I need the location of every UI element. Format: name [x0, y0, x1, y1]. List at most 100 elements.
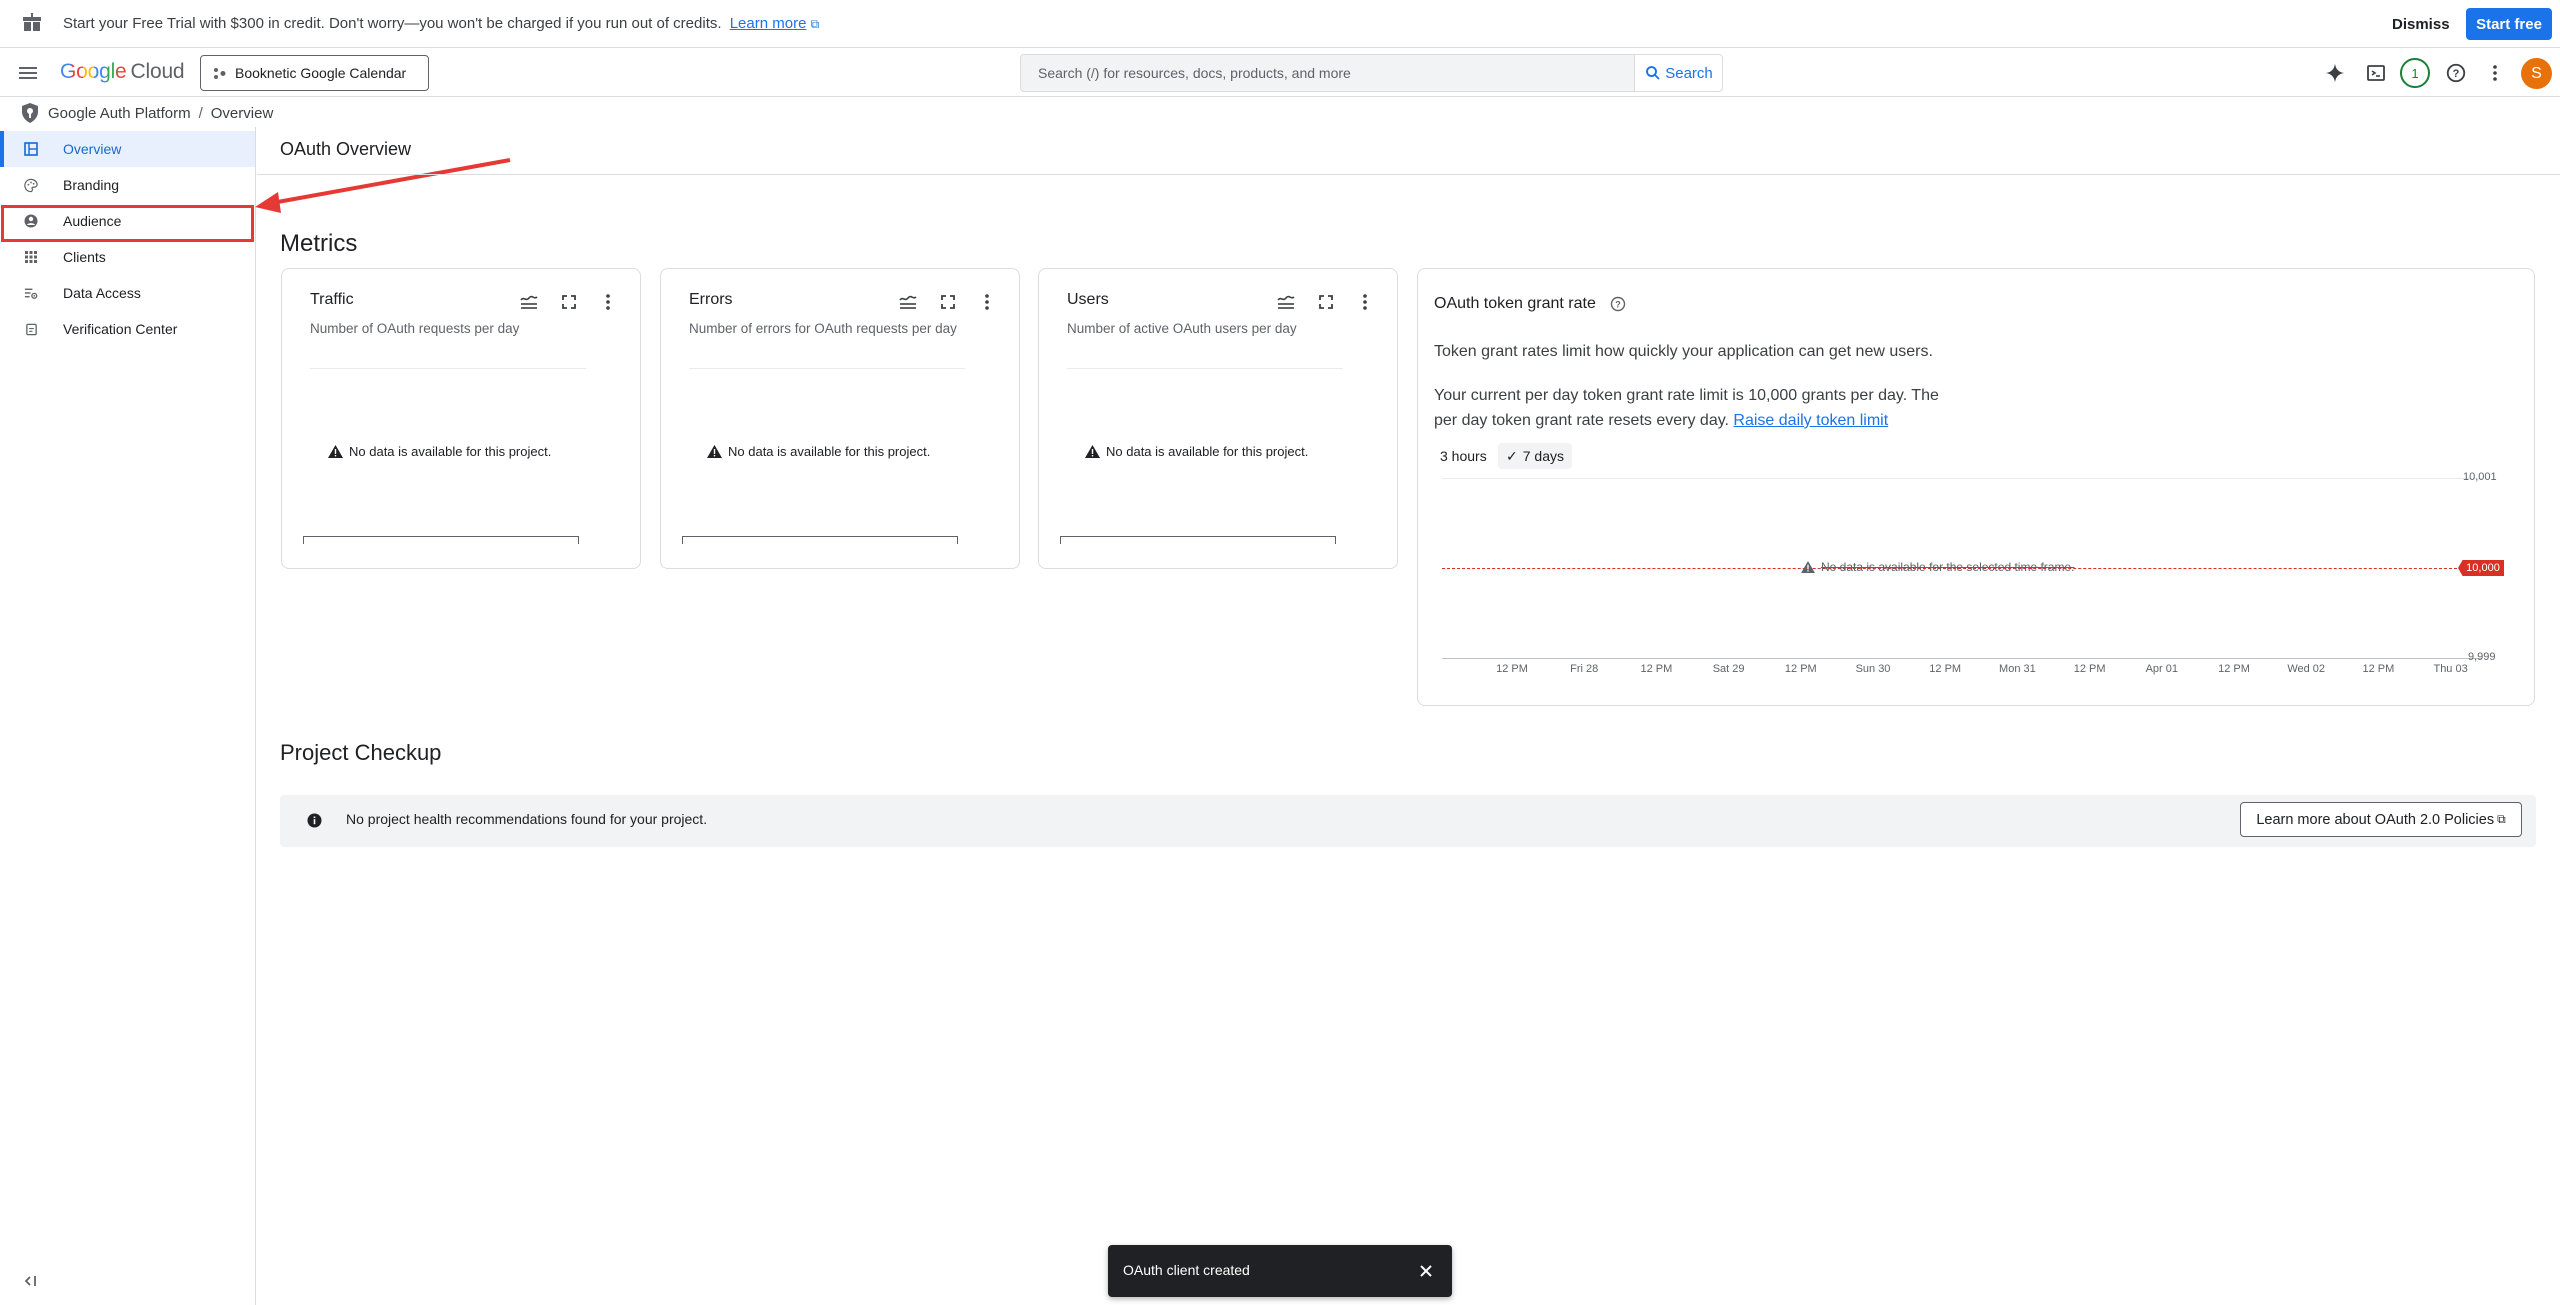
learn-oauth-policies-button[interactable]: Learn more about OAuth 2.0 Policies ⧉ [2240, 802, 2522, 837]
google-cloud-logo[interactable]: Google Cloud [60, 60, 185, 84]
more-vert-icon[interactable] [597, 291, 619, 313]
page-title: OAuth Overview [280, 139, 412, 159]
warning-icon [328, 445, 343, 458]
x-axis-tick-label: Thu 03 [2433, 663, 2468, 675]
chart-axis [682, 536, 958, 544]
range-7-days[interactable]: ✓ 7 days [1498, 443, 1572, 469]
menu-icon[interactable] [16, 61, 40, 85]
sidebar-item-data-access[interactable]: Data Access [0, 275, 255, 311]
learn-oauth-policies-label: Learn more about OAuth 2.0 Policies [2256, 811, 2495, 828]
x-axis-tick-label: Sat 29 [1712, 663, 1745, 675]
token-grant-rate-card: OAuth token grant rate ? Token grant rat… [1417, 268, 2535, 706]
x-axis-tick-label: Fri 28 [1570, 663, 1599, 675]
fullscreen-icon[interactable] [558, 291, 580, 313]
sidebar-item-overview[interactable]: Overview [0, 131, 255, 167]
search-button-label: Search [1665, 64, 1713, 82]
card-subtitle: Number of OAuth requests per day [310, 321, 520, 336]
chart-type-icon[interactable] [518, 291, 540, 313]
traffic-card: Traffic Number of OAuth requests per day… [281, 268, 641, 569]
learn-more-link[interactable]: Learn more [730, 15, 807, 32]
x-axis-tick-label: 12 PM [1496, 663, 1528, 675]
start-free-button[interactable]: Start free [2466, 8, 2552, 40]
breadcrumb-current: Overview [210, 104, 274, 122]
card-title: Users [1067, 291, 1109, 308]
dashboard-icon [24, 142, 38, 156]
notifications-badge[interactable]: 1 [2400, 58, 2430, 88]
sidebar-item-label: Overview [63, 141, 122, 157]
search-button[interactable]: Search [1634, 54, 1723, 92]
snackbar-text: OAuth client created [1123, 1262, 1250, 1278]
sidebar-item-label: Audience [63, 213, 122, 229]
raise-token-limit-link[interactable]: Raise daily token limit [1733, 412, 1888, 429]
x-axis-tick-label: Mon 31 [1999, 663, 2036, 675]
more-vert-icon[interactable] [1354, 291, 1376, 313]
users-card: Users Number of active OAuth users per d… [1038, 268, 1398, 569]
sidebar-item-label: Clients [63, 249, 106, 265]
banner-text-wrap: Start your Free Trial with $300 in credi… [63, 15, 819, 32]
gemini-sparkle-icon[interactable] [2323, 61, 2347, 85]
check-icon: ✓ [1506, 447, 1518, 464]
card-title: Errors [689, 291, 733, 308]
x-axis-tick-label: 12 PM [1640, 663, 1673, 675]
project-checkup-heading: Project Checkup [280, 740, 442, 765]
gift-icon [23, 13, 41, 31]
avatar[interactable]: S [2521, 58, 2552, 89]
search-input[interactable] [1020, 54, 1635, 92]
close-icon[interactable] [1415, 1260, 1437, 1282]
breadcrumb-root[interactable]: Google Auth Platform [48, 105, 191, 122]
x-axis-tick-label: 12 PM [2073, 663, 2106, 675]
no-data-message: No data is available for this project. [1085, 444, 1308, 459]
breadcrumb: Google Auth Platform / Overview [20, 101, 273, 125]
dismiss-button[interactable]: Dismiss [2380, 9, 2462, 39]
token-description: Token grant rates limit how quickly your… [1434, 343, 1933, 360]
checkup-text: No project health recommendations found … [346, 811, 708, 827]
sidebar-item-verification-center[interactable]: Verification Center [0, 311, 255, 347]
token-card-title: OAuth token grant rate [1434, 295, 1596, 312]
fullscreen-icon[interactable] [1315, 291, 1337, 313]
token-card-title-wrap: OAuth token grant rate ? [1434, 295, 1626, 313]
project-selector[interactable]: Booknetic Google Calendar [200, 55, 429, 91]
snackbar: OAuth client created [1108, 1245, 1452, 1297]
sidebar-item-branding[interactable]: Branding [0, 167, 255, 203]
token-limit-badge: 10,000 [2458, 560, 2504, 576]
y-axis-max-label: 10,001 [2463, 471, 2497, 483]
apps-grid-icon [24, 250, 38, 264]
sidebar-item-clients[interactable]: Clients [0, 239, 255, 275]
chart-gridline-top [1442, 478, 2482, 479]
free-trial-banner: Start your Free Trial with $300 in credi… [0, 0, 2560, 48]
more-vert-icon[interactable] [2483, 61, 2507, 85]
breadcrumb-separator: / [198, 104, 203, 122]
svg-text:?: ? [2453, 68, 2460, 80]
logo-google: Google [60, 60, 127, 83]
cloud-shell-icon[interactable] [2364, 61, 2388, 85]
help-icon[interactable]: ? [2444, 61, 2468, 85]
chart-no-data-text: No data is available for the selected ti… [1821, 560, 2075, 574]
chart-type-icon[interactable] [1275, 291, 1297, 313]
sidebar-item-label: Verification Center [63, 321, 178, 337]
x-axis-tick-label: 12 PM [1784, 663, 1817, 675]
chart-gridline [1067, 368, 1343, 369]
no-data-text: No data is available for this project. [349, 444, 552, 459]
no-data-text: No data is available for this project. [728, 444, 931, 459]
errors-card: Errors Number of errors for OAuth reques… [660, 268, 1020, 569]
no-data-message: No data is available for this project. [707, 444, 930, 459]
chart-axis [303, 536, 579, 544]
range-3-hours[interactable]: 3 hours [1432, 443, 1495, 469]
metrics-heading: Metrics [280, 230, 358, 257]
svg-text:?: ? [1615, 300, 1621, 310]
chart-type-icon[interactable] [897, 291, 919, 313]
collapse-sidebar-icon[interactable] [22, 1272, 40, 1290]
sidebar-item-audience[interactable]: Audience [0, 203, 255, 239]
help-outline-icon[interactable]: ? [1610, 296, 1626, 312]
page-title-bar [257, 127, 2560, 175]
chart-no-data-message: No data is available for the selected ti… [1801, 560, 2074, 574]
warning-icon [707, 445, 722, 458]
chart-axis [1060, 536, 1336, 544]
range-7-days-label: 7 days [1522, 448, 1564, 464]
more-vert-icon[interactable] [976, 291, 998, 313]
logo-cloud: Cloud [130, 60, 185, 83]
fullscreen-icon[interactable] [937, 291, 959, 313]
x-axis-tick-label: Sun 30 [1855, 663, 1891, 675]
card-title: Traffic [310, 291, 354, 308]
sidebar-item-label: Branding [63, 177, 120, 193]
